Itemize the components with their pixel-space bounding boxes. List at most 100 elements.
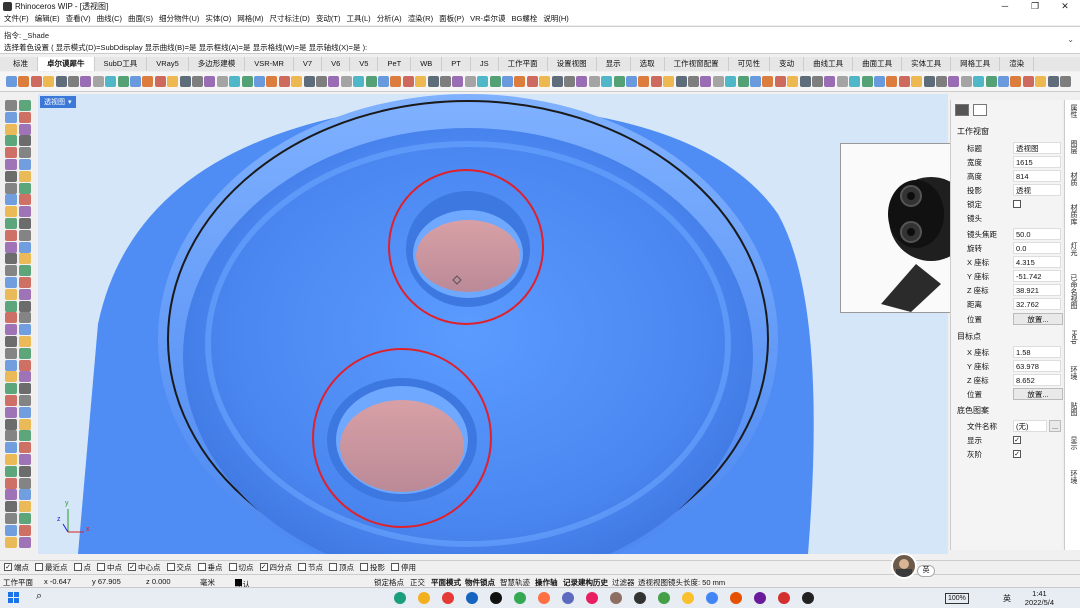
palette-tool-icon[interactable] xyxy=(5,536,17,548)
toolbar-command-icon[interactable] xyxy=(477,76,489,87)
palette-tool-icon[interactable] xyxy=(5,229,17,241)
toolbar-command-icon[interactable] xyxy=(514,76,526,87)
camera-x-field[interactable]: 4.315 xyxy=(1013,256,1061,268)
toolbar-command-icon[interactable] xyxy=(985,76,997,87)
tab-curve-tools[interactable]: 曲线工具 xyxy=(804,57,854,71)
toolbar-command-icon[interactable] xyxy=(278,76,290,87)
palette-tool-icon[interactable] xyxy=(5,218,17,229)
taskbar-app-icon[interactable] xyxy=(562,592,574,604)
search-icon[interactable]: ⌕ xyxy=(36,590,48,602)
palette-tool-icon[interactable] xyxy=(19,111,31,123)
taskbar-app-icon[interactable] xyxy=(658,592,670,604)
side-tab-named-views[interactable]: 已命名视图 xyxy=(1067,274,1079,309)
toolbar-command-icon[interactable] xyxy=(154,76,166,87)
palette-tool-icon[interactable] xyxy=(5,430,17,442)
perspective-viewport[interactable]: 透视图 ▾ x y z xyxy=(38,94,948,554)
tab-poly-modeling[interactable]: 多边形建模 xyxy=(189,57,246,71)
menu-transform[interactable]: 变动(T) xyxy=(316,13,341,24)
palette-tool-icon[interactable] xyxy=(5,111,17,123)
toolbar-command-icon[interactable] xyxy=(812,76,823,87)
toolbar-command-icon[interactable] xyxy=(836,76,848,87)
snap-tangent[interactable]: 切点 xyxy=(228,562,254,573)
prop-value-title[interactable]: 透视图 xyxy=(1013,142,1061,154)
taskbar-app-icon[interactable] xyxy=(802,592,814,604)
palette-tool-icon[interactable] xyxy=(5,253,17,265)
viewport-icon[interactable] xyxy=(973,104,987,116)
toolbar-command-icon[interactable] xyxy=(328,76,340,87)
menu-bg-bolt[interactable]: BG螺栓 xyxy=(512,13,538,24)
toolbar-command-icon[interactable] xyxy=(849,76,861,87)
toolbar-command-icon[interactable] xyxy=(390,76,402,87)
maximize-icon[interactable]: ❐ xyxy=(1020,0,1050,12)
tab-v6[interactable]: V6 xyxy=(322,57,351,71)
toolbar-command-icon[interactable] xyxy=(700,76,712,87)
toolbar-command-icon[interactable] xyxy=(378,76,389,87)
snap-near[interactable]: 最近点 xyxy=(35,562,68,573)
toolbar-command-icon[interactable] xyxy=(923,76,935,87)
palette-tool-icon[interactable] xyxy=(5,513,17,524)
palette-tool-icon[interactable] xyxy=(19,288,31,300)
palette-tool-icon[interactable] xyxy=(19,513,31,524)
target-x-field[interactable]: 1.58 xyxy=(1013,346,1061,358)
side-tab-display[interactable]: 显示 xyxy=(1067,436,1079,450)
toolbar-command-icon[interactable] xyxy=(712,76,724,87)
palette-tool-icon[interactable] xyxy=(19,300,31,312)
toolbar-command-icon[interactable] xyxy=(241,76,253,87)
tab-zrm-rhino[interactable]: 卓尔谟犀牛 xyxy=(38,57,95,71)
palette-tool-icon[interactable] xyxy=(5,336,17,347)
toolbar-command-icon[interactable] xyxy=(1060,76,1071,87)
camera-place-button[interactable]: 放置... xyxy=(1013,313,1063,325)
toolbar-command-icon[interactable] xyxy=(452,76,464,87)
palette-tool-icon[interactable] xyxy=(19,182,31,194)
menu-panels[interactable]: 面板(P) xyxy=(439,13,464,24)
chevron-down-icon[interactable]: ⌄ xyxy=(1067,35,1074,44)
wallpaper-show-checkbox[interactable]: ✓ xyxy=(1013,436,1021,444)
target-z-field[interactable]: 8.652 xyxy=(1013,374,1061,386)
toolbar-command-icon[interactable] xyxy=(588,76,600,87)
toolbar-command-icon[interactable] xyxy=(1035,76,1047,87)
toolbar-command-icon[interactable] xyxy=(229,76,241,87)
toolbar-command-icon[interactable] xyxy=(402,76,414,87)
palette-tool-icon[interactable] xyxy=(5,100,17,111)
toolbar-command-icon[interactable] xyxy=(564,76,575,87)
tab-cplane[interactable]: 工作平面 xyxy=(499,57,548,71)
menu-subd[interactable]: 细分物件(U) xyxy=(159,13,199,24)
target-y-field[interactable]: 63.978 xyxy=(1013,360,1061,372)
palette-tool-icon[interactable] xyxy=(5,418,17,430)
windows-start-icon[interactable] xyxy=(8,592,20,604)
distance-field[interactable]: 32.762 xyxy=(1013,298,1061,310)
taskbar-app-icon[interactable] xyxy=(634,592,646,604)
palette-tool-icon[interactable] xyxy=(5,170,17,182)
toolbar-command-icon[interactable] xyxy=(30,76,42,87)
palette-tool-icon[interactable] xyxy=(5,312,17,324)
side-tab-environment[interactable]: 环境 xyxy=(1067,366,1079,380)
toolbar-command-icon[interactable] xyxy=(911,76,923,87)
palette-tool-icon[interactable] xyxy=(5,288,17,300)
palette-tool-icon[interactable] xyxy=(19,406,31,418)
toolbar-command-icon[interactable] xyxy=(105,76,117,87)
toolbar-command-icon[interactable] xyxy=(6,76,17,87)
menu-file[interactable]: 文件(F) xyxy=(4,13,29,24)
taskbar-app-icon[interactable] xyxy=(442,592,454,604)
palette-tool-icon[interactable] xyxy=(5,206,17,218)
toolbar-command-icon[interactable] xyxy=(601,76,613,87)
palette-tool-icon[interactable] xyxy=(19,501,31,513)
toolbar-command-icon[interactable] xyxy=(886,76,898,87)
palette-tool-icon[interactable] xyxy=(5,300,17,312)
snap-disable[interactable]: 停用 xyxy=(391,562,416,573)
toolbar-command-icon[interactable] xyxy=(750,76,761,87)
tab-pet[interactable]: PeT xyxy=(378,57,412,71)
toolbar-command-icon[interactable] xyxy=(539,76,551,87)
toolbar-command-icon[interactable] xyxy=(130,76,141,87)
taskbar-app-icon[interactable] xyxy=(394,592,406,604)
tab-mesh-tools[interactable]: 网格工具 xyxy=(951,57,1001,71)
menu-mesh[interactable]: 网格(M) xyxy=(237,13,263,24)
palette-tool-icon[interactable] xyxy=(19,477,31,489)
tab-vray5[interactable]: VRay5 xyxy=(147,57,189,71)
palette-tool-icon[interactable] xyxy=(5,324,17,336)
target-place-button[interactable]: 放置... xyxy=(1013,388,1063,400)
side-tab-material-library[interactable]: 材质库 xyxy=(1067,204,1079,225)
snap-end[interactable]: ✓ 端点 xyxy=(4,562,29,573)
palette-tool-icon[interactable] xyxy=(19,442,31,454)
toolbar-command-icon[interactable] xyxy=(192,76,203,87)
